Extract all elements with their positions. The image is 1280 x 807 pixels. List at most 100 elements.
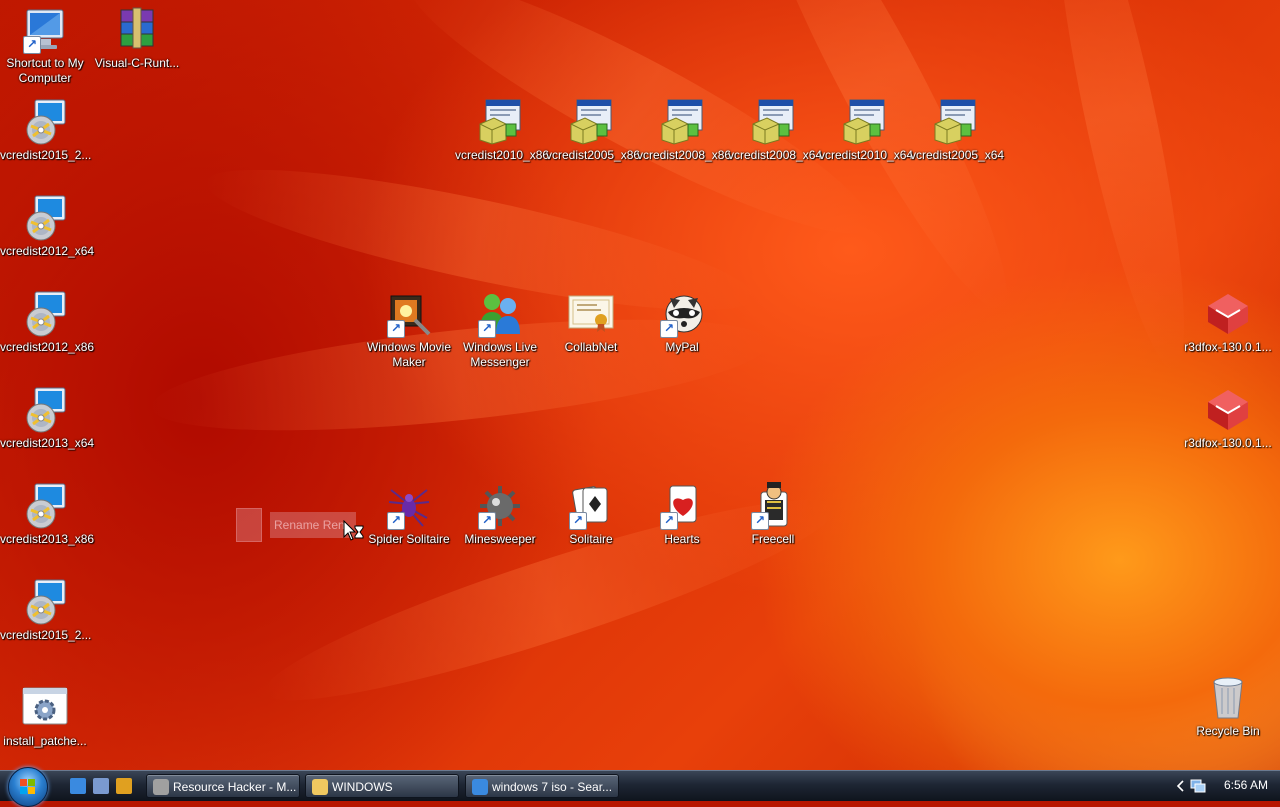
desktop-icon-visual-c-runtime[interactable]: Visual-C-Runt... — [92, 6, 182, 71]
desktop-icon-windows-live-messenger[interactable]: ↗ Windows Live Messenger — [455, 290, 545, 370]
desktop-icon-hearts[interactable]: ↗ Hearts — [637, 482, 727, 547]
taskbar-button-2[interactable]: windows 7 iso - Sear... — [465, 774, 619, 798]
desktop-icon-vcredist2015-2-a[interactable]: vcredist2015_2... — [0, 98, 92, 163]
desktop-icon-label: Windows Live Messenger — [462, 340, 538, 369]
desktop-icon-solitaire[interactable]: ↗ Solitaire — [546, 482, 636, 547]
taskbar: Resource Hacker - M... WINDOWS windows 7 i… — [0, 767, 1280, 807]
desktop-icon-vcredist2008-x86[interactable]: vcredist2008_x86 — [637, 98, 732, 163]
start-button[interactable] — [8, 767, 48, 807]
desktop-icon-label: vcredist2005_x64 — [910, 148, 1005, 162]
desktop-icon-label: vcredist2013_x64 — [0, 436, 95, 450]
desktop-icon-spider-solitaire[interactable]: ↗ Spider Solitaire — [364, 482, 454, 547]
desktop-icon-label: vcredist2010_x64 — [819, 148, 914, 162]
desktop-icon-label: vcredist2012_x64 — [0, 244, 95, 258]
desktop-icon-vcredist2015-2-b[interactable]: vcredist2015_2... — [0, 578, 91, 643]
desktop-icon-vcredist2012-x64[interactable]: vcredist2012_x64 — [0, 194, 95, 259]
setup-icon — [21, 98, 69, 146]
shortcut-arrow-icon: ↗ — [569, 512, 587, 530]
certificate-icon — [567, 290, 615, 338]
folder-icon — [312, 779, 328, 795]
desktop-icon-label: r3dfox-130.0.1... — [1184, 340, 1272, 354]
desktop-icon-vcredist2010-x86[interactable]: vcredist2010_x86 — [455, 98, 550, 163]
desktop-icon-label: install_patche... — [3, 734, 87, 748]
r3dfox-icon — [1204, 386, 1252, 434]
desktop-icon-label: r3dfox-130.0.1... — [1184, 436, 1272, 450]
shortcut-arrow-icon: ↗ — [660, 320, 678, 338]
desktop-icon-vcredist2013-x64[interactable]: vcredist2013_x64 — [0, 386, 95, 451]
desktop-icon-label: Minesweeper — [464, 532, 536, 546]
installer-icon — [476, 98, 524, 146]
desktop-icon-vcredist2013-x86[interactable]: vcredist2013_x86 — [0, 482, 95, 547]
hearts-icon: ↗ — [658, 482, 706, 530]
cards-icon: ↗ — [567, 482, 615, 530]
desktop-icon-label: CollabNet — [564, 340, 618, 354]
desktop-icon-recycle-bin[interactable]: Recycle Bin — [1183, 674, 1273, 739]
setup-icon — [21, 290, 69, 338]
show-hidden-icons-icon[interactable] — [1176, 780, 1186, 792]
busy-cursor-icon — [343, 520, 364, 541]
taskbar-button-label: WINDOWS — [332, 780, 393, 794]
desktop-icon-label: Visual-C-Runt... — [94, 56, 180, 70]
taskbar-button-label: Resource Hacker - M... — [173, 780, 297, 794]
desktop-icon-label: Hearts — [664, 532, 700, 546]
network-icon[interactable] — [1190, 778, 1206, 794]
installer-icon — [658, 98, 706, 146]
system-tray: 6:56 AM — [1170, 771, 1280, 801]
desktop-icon-vcredist2010-x64[interactable]: vcredist2010_x64 — [819, 98, 914, 163]
desktop-icon-label: Solitaire — [569, 532, 613, 546]
desktop-icon-label: Freecell — [751, 532, 795, 546]
shortcut-arrow-icon: ↗ — [23, 36, 41, 54]
desktop-icon-vcredist2005-x86[interactable]: vcredist2005_x86 — [546, 98, 640, 163]
desktop-icon-label: Recycle Bin — [1196, 724, 1260, 738]
media-player-icon[interactable] — [116, 778, 132, 794]
desktop-icon-r3dfox-b[interactable]: r3dfox-130.0.1... — [1183, 386, 1273, 451]
taskbar-button-label: windows 7 iso - Sear... — [492, 780, 613, 794]
r3dfox-icon — [1204, 290, 1252, 338]
movie-icon: ↗ — [385, 290, 433, 338]
installer-icon — [567, 98, 615, 146]
resource-hacker-icon — [153, 779, 169, 795]
recycle-icon — [1204, 674, 1252, 722]
taskbar-button-0[interactable]: Resource Hacker - M... — [146, 774, 300, 798]
show-desktop-icon[interactable] — [93, 778, 109, 794]
desktop-icon-shortcut-to-my-computer[interactable]: ↗ Shortcut to My Computer — [0, 6, 90, 86]
taskbar-button-1[interactable]: WINDOWS — [305, 774, 459, 798]
shortcut-arrow-icon: ↗ — [751, 512, 769, 530]
desktop-icon-r3dfox-a[interactable]: r3dfox-130.0.1... — [1183, 290, 1273, 355]
desktop-icon-minesweeper[interactable]: ↗ Minesweeper — [455, 482, 545, 547]
mine-icon: ↗ — [476, 482, 524, 530]
desktop-icon-vcredist2005-x64[interactable]: vcredist2005_x64 — [910, 98, 1005, 163]
messenger-icon: ↗ — [476, 290, 524, 338]
desktop-icon-windows-movie-maker[interactable]: ↗ Windows Movie Maker — [364, 290, 454, 370]
desktop-icon-label: MyPal — [665, 340, 699, 354]
desktop-icon-label: Windows Movie Maker — [366, 340, 452, 369]
desktop-icon-install-patches[interactable]: install_patche... — [0, 684, 90, 749]
desktop-icon-vcredist2012-x86[interactable]: vcredist2012_x86 — [0, 290, 94, 355]
desktop-icon-vcredist2008-x64[interactable]: vcredist2008_x64 — [728, 98, 823, 163]
desktop-icon-label: Shortcut to My Computer — [6, 56, 84, 85]
shortcut-arrow-icon: ↗ — [478, 320, 496, 338]
setup-icon — [21, 194, 69, 242]
gear-icon — [21, 684, 69, 732]
shortcut-arrow-icon: ↗ — [387, 512, 405, 530]
desktop-icon-label: vcredist2015_2... — [0, 148, 92, 162]
desktop-icon-label: vcredist2010_x86 — [455, 148, 550, 162]
shortcut-arrow-icon: ↗ — [660, 512, 678, 530]
desktop-icon-mypal[interactable]: ↗ MyPal — [637, 290, 727, 355]
shortcut-arrow-icon: ↗ — [478, 512, 496, 530]
desktop-icon-freecell[interactable]: ↗ Freecell — [728, 482, 818, 547]
internet-explorer-icon[interactable] — [70, 778, 86, 794]
desktop-icon-label: vcredist2008_x64 — [728, 148, 823, 162]
archive-icon — [113, 6, 161, 54]
installer-icon — [931, 98, 979, 146]
desktop-icon-label: vcredist2013_x86 — [0, 532, 95, 546]
desktop-icon-label: vcredist2008_x86 — [637, 148, 732, 162]
windows-logo-icon — [20, 779, 36, 795]
clock[interactable]: 6:56 AM — [1224, 778, 1268, 792]
drag-ghost-icon — [236, 508, 262, 542]
raccoon-icon: ↗ — [658, 290, 706, 338]
shortcut-arrow-icon: ↗ — [387, 320, 405, 338]
desktop-icon-collabnet[interactable]: CollabNet — [546, 290, 636, 355]
installer-icon — [749, 98, 797, 146]
freecell-icon: ↗ — [749, 482, 797, 530]
